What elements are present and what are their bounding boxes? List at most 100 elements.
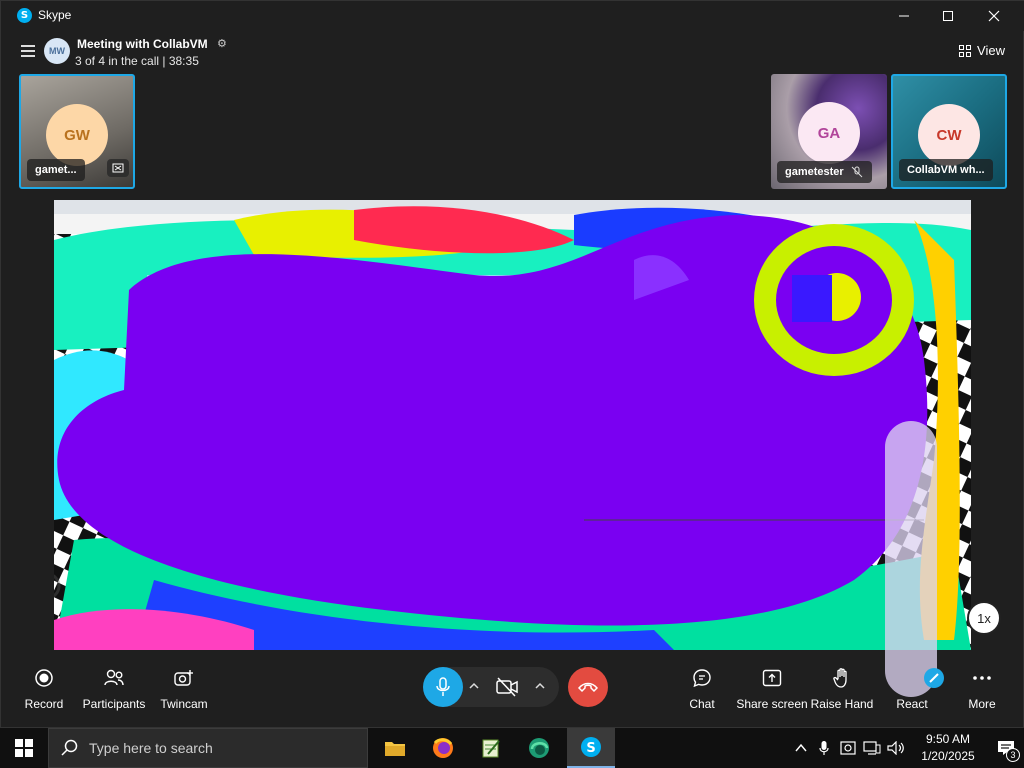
- taskbar-firefox[interactable]: [419, 728, 467, 768]
- chat-label: Chat: [689, 697, 715, 711]
- shield-icon: [840, 741, 856, 755]
- camera-plus-icon: [174, 670, 193, 686]
- react-label: React: [896, 697, 928, 711]
- avatar: CW: [918, 104, 980, 166]
- skype-window: S Skype MW Meeting with CollabVM ⚙ 3 of …: [0, 0, 1024, 728]
- notepad-icon: [482, 739, 500, 758]
- shared-screen-content: [54, 200, 971, 650]
- mic-options-button[interactable]: [467, 678, 481, 697]
- participant-name: gametester: [777, 161, 872, 183]
- start-button[interactable]: [0, 728, 48, 768]
- participant-name: CollabVM wh...: [899, 159, 993, 181]
- windows-logo-icon: [15, 739, 33, 757]
- chevron-up-icon: [535, 682, 545, 689]
- call-status: 3 of 4 in the call | 38:35: [75, 54, 199, 68]
- taskbar-skype[interactable]: S: [567, 728, 615, 768]
- share-screen-label: Share screen: [736, 697, 808, 711]
- tray-network[interactable]: [860, 741, 884, 755]
- close-button[interactable]: [971, 1, 1017, 31]
- participant-name-label: gametester: [785, 166, 844, 178]
- skype-icon: S: [581, 737, 601, 757]
- maximize-icon: [943, 11, 953, 21]
- participant-tile-cw[interactable]: CW CollabVM wh...: [891, 74, 1007, 189]
- tray-volume[interactable]: [884, 741, 908, 755]
- system-tray: 9:50 AM 1/20/2025 3: [790, 728, 1024, 768]
- clock-date: 1/20/2025: [921, 749, 975, 763]
- chat-icon: [693, 669, 711, 688]
- hamburger-menu-icon[interactable]: [21, 45, 35, 57]
- mic-muted-icon: [851, 166, 863, 178]
- camera-off-icon: [496, 677, 518, 697]
- tray-security[interactable]: [836, 740, 860, 756]
- mic-camera-group: [423, 667, 559, 707]
- participants-icon: [104, 669, 124, 686]
- window-title: Skype: [38, 8, 72, 22]
- view-button[interactable]: View: [959, 43, 1005, 58]
- taskbar-notepad[interactable]: [467, 728, 515, 768]
- microphone-icon: [436, 677, 450, 696]
- raise-hand-icon: [833, 668, 847, 688]
- avatar: GW: [46, 104, 108, 166]
- close-icon: [988, 10, 1000, 22]
- minimize-button[interactable]: [881, 1, 927, 31]
- search-placeholder: Type here to search: [89, 740, 213, 756]
- chat-button[interactable]: Chat: [662, 665, 742, 711]
- title-bar: S Skype: [1, 1, 1024, 31]
- clock-time: 9:50 AM: [925, 732, 971, 746]
- record-label: Record: [24, 697, 64, 711]
- tray-mic[interactable]: [812, 740, 836, 756]
- react-button[interactable]: React: [872, 665, 952, 711]
- search-icon: [61, 739, 78, 756]
- taskbar-clock[interactable]: 9:50 AM 1/20/2025: [908, 731, 988, 765]
- shared-screen[interactable]: [54, 200, 971, 650]
- mic-button[interactable]: [423, 667, 463, 707]
- more-label: More: [968, 697, 996, 711]
- taskbar-search[interactable]: Type here to search: [48, 728, 368, 768]
- speaker-icon: [887, 741, 904, 755]
- notification-count: 3: [1006, 748, 1020, 762]
- microphone-icon: [819, 741, 829, 755]
- more-button[interactable]: More: [942, 665, 1022, 711]
- twincam-button[interactable]: Twincam: [144, 665, 224, 711]
- maximize-button[interactable]: [925, 1, 971, 31]
- taskbar-file-explorer[interactable]: [371, 728, 419, 768]
- camera-options-button[interactable]: [533, 678, 547, 697]
- folder-icon: [385, 742, 405, 756]
- participant-name: gamet...: [27, 159, 85, 181]
- taskbar-edge[interactable]: [515, 728, 563, 768]
- notification-center-button[interactable]: 3: [988, 728, 1024, 768]
- participants-button[interactable]: Participants: [74, 665, 154, 711]
- minimize-icon: [899, 15, 909, 17]
- raise-hand-button[interactable]: Raise Hand: [802, 665, 882, 711]
- firefox-icon: [433, 738, 453, 758]
- skype-watermark-icon: [54, 574, 61, 598]
- meeting-avatar[interactable]: MW: [44, 38, 70, 64]
- call-toolbar: Record Participants Twincam Chat Share s…: [1, 653, 1024, 725]
- edge-icon: [529, 738, 549, 758]
- participant-tile-gw[interactable]: GW gamet...: [19, 74, 135, 189]
- share-screen-button[interactable]: Share screen: [732, 665, 812, 711]
- chevron-up-icon: [795, 743, 807, 752]
- screen-share-icon: [112, 163, 124, 173]
- chevron-up-icon: [469, 682, 479, 689]
- hang-up-icon: [578, 682, 598, 693]
- end-call-button[interactable]: [568, 667, 608, 707]
- network-icon: [863, 741, 881, 755]
- view-label: View: [977, 43, 1005, 58]
- more-icon: [973, 676, 991, 680]
- raise-hand-label: Raise Hand: [810, 697, 874, 711]
- gear-icon[interactable]: ⚙: [217, 37, 227, 50]
- windows-taskbar: Type here to search S 9:50 AM 1/20/2025 …: [0, 728, 1024, 768]
- share-screen-icon: [762, 669, 782, 687]
- zoom-level-badge[interactable]: 1x: [967, 601, 1001, 635]
- svg-text:S: S: [586, 741, 595, 756]
- meeting-title: Meeting with CollabVM: [77, 37, 208, 51]
- twincam-label: Twincam: [160, 697, 208, 711]
- call-header: MW Meeting with CollabVM ⚙ 3 of 4 in the…: [1, 31, 1024, 73]
- record-icon: [35, 669, 53, 687]
- show-hidden-icons-button[interactable]: [790, 743, 812, 753]
- camera-button[interactable]: [495, 676, 519, 702]
- skype-logo-icon: S: [17, 8, 32, 23]
- record-button[interactable]: Record: [4, 665, 84, 711]
- participant-tile-ga[interactable]: GA gametester: [771, 74, 887, 189]
